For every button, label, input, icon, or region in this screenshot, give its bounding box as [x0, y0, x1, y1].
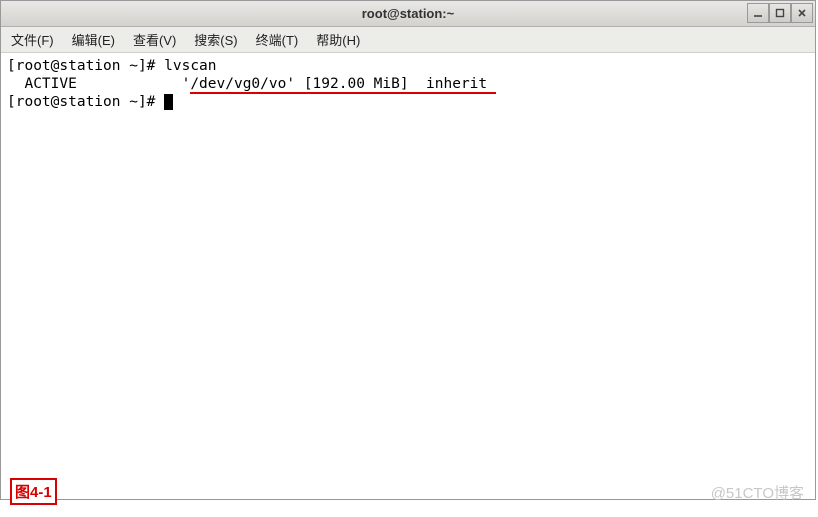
- prompt: [root@station ~]#: [7, 58, 164, 74]
- menu-help[interactable]: 帮助(H): [312, 28, 364, 51]
- terminal-area[interactable]: [root@station ~]# lvscan ACTIVE '/dev/vg…: [1, 53, 815, 499]
- close-button[interactable]: [791, 3, 813, 23]
- menu-view[interactable]: 查看(V): [129, 28, 180, 51]
- menubar: 文件(F) 编辑(E) 查看(V) 搜索(S) 终端(T) 帮助(H): [1, 27, 815, 53]
- output-text: ACTIVE ': [7, 76, 190, 92]
- terminal-window: root@station:~ 文件(F) 编辑(E) 查看(V) 搜索(S) 终…: [0, 0, 816, 500]
- window-controls: [747, 3, 813, 23]
- window-title: root@station:~: [1, 6, 815, 21]
- figure-caption: 图4-1: [10, 478, 57, 505]
- titlebar: root@station:~: [1, 1, 815, 27]
- output-highlight: /dev/vg0/vo' [192.00 MiB] inherit: [190, 76, 496, 94]
- minimize-button[interactable]: [747, 3, 769, 23]
- command-text: lvscan: [164, 58, 216, 74]
- maximize-button[interactable]: [769, 3, 791, 23]
- menu-search[interactable]: 搜索(S): [190, 28, 241, 51]
- maximize-icon: [775, 8, 785, 18]
- cursor-icon: [164, 94, 173, 110]
- minimize-icon: [753, 8, 763, 18]
- menu-terminal[interactable]: 终端(T): [252, 28, 303, 51]
- menu-edit[interactable]: 编辑(E): [68, 28, 119, 51]
- menu-file[interactable]: 文件(F): [7, 28, 58, 51]
- watermark-text: @51CTO博客: [711, 482, 804, 503]
- prompt: [root@station ~]#: [7, 94, 164, 110]
- close-icon: [797, 8, 807, 18]
